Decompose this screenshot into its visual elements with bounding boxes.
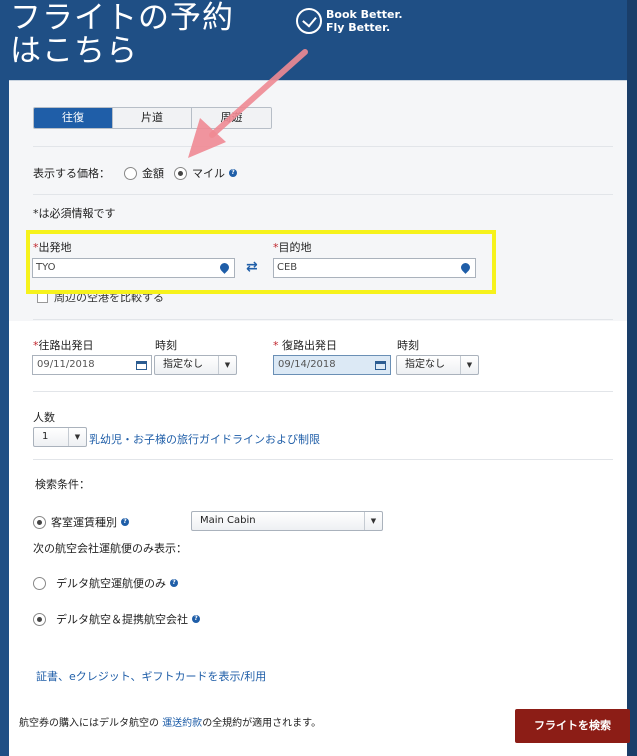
price-display-row: 表示する価格： 金額 マイル ? [33, 165, 247, 181]
contract-of-carriage-link[interactable]: 運送約款 [162, 718, 202, 729]
radio-delta-partners[interactable] [33, 612, 46, 626]
trip-type-tabs: 往復 片道 周遊 [33, 107, 272, 129]
tab-one-way[interactable]: 片道 [113, 108, 192, 128]
carrier-option-delta-partners[interactable]: デルタ航空＆提携航空会社 ? [33, 611, 200, 627]
location-pin-icon[interactable] [459, 261, 472, 274]
location-pin-icon[interactable] [218, 261, 231, 274]
nearby-airports-checkbox[interactable] [37, 291, 48, 303]
search-flights-button[interactable]: フライトを検索 [515, 709, 630, 743]
chevron-down-icon: ▼ [218, 356, 236, 374]
origin-input[interactable]: TYO [32, 258, 235, 278]
inbound-time-select[interactable]: 指定なし ▼ [396, 355, 479, 375]
divider [33, 194, 613, 195]
origin-label: *出発地 [33, 241, 72, 254]
price-display-label: 表示する価格： [33, 167, 110, 180]
help-icon[interactable]: ? [170, 579, 178, 587]
outbound-date-input[interactable]: 09/11/2018 [32, 355, 152, 375]
required-note: *は必須情報です [33, 207, 116, 220]
outbound-time-label: 時刻 [155, 339, 177, 352]
divider [33, 319, 613, 320]
nearby-airports-option[interactable]: 周辺の空港を比較する [37, 289, 164, 305]
radio-cabin[interactable] [33, 515, 46, 529]
tab-multi-city[interactable]: 周遊 [192, 108, 271, 128]
divider [33, 459, 613, 460]
help-icon[interactable]: ? [192, 615, 200, 623]
inbound-time-label: 時刻 [397, 339, 419, 352]
header: フライトの予約 はこちら Book Better. Fly Better. [0, 0, 637, 80]
certificates-link[interactable]: 証書、eクレジット、ギフトカードを表示/利用 [36, 668, 266, 684]
inbound-date-label: * 復路出発日 [273, 339, 337, 352]
carrier-filter-label: 次の航空会社運航便のみ表示： [33, 542, 187, 555]
brand-tagline-2: Fly Better. [326, 21, 391, 34]
child-travel-guide-link[interactable]: 乳幼児・お子様の旅行ガイドラインおよび制限 [89, 431, 320, 447]
brand-logo-icon [296, 8, 322, 34]
conditions-note: 航空券の購入にはデルタ航空の 運送約款の全規約が適用されます。 [19, 718, 322, 729]
radio-miles[interactable] [174, 166, 187, 180]
divider [33, 391, 613, 392]
help-icon[interactable]: ? [121, 518, 129, 526]
radio-delta-only[interactable] [33, 576, 46, 590]
radio-money[interactable] [124, 166, 137, 180]
passengers-label: 人数 [33, 411, 55, 424]
booking-panel: 往復 片道 周遊 表示する価格： 金額 マイル ? *は必須情報です *出発地 … [9, 80, 630, 756]
cabin-option[interactable]: 客室運賃種別 ? [33, 514, 129, 530]
outbound-date-label: *往路出発日 [33, 339, 94, 352]
help-icon[interactable]: ? [229, 169, 237, 177]
destination-input[interactable]: CEB [273, 258, 476, 278]
swap-airports-icon[interactable]: ⇄ [246, 259, 258, 275]
brand-tagline-1: Book Better. [326, 8, 403, 21]
page-title: フライトの予約 はこちら [10, 0, 234, 69]
inbound-date-input[interactable]: 09/14/2018 [273, 355, 391, 375]
destination-label: *目的地 [273, 241, 312, 254]
cabin-select[interactable]: Main Cabin ▼ [191, 511, 383, 531]
chevron-down-icon: ▼ [460, 356, 478, 374]
passenger-count-select[interactable]: 1 ▼ [33, 427, 87, 447]
calendar-icon[interactable] [136, 361, 147, 370]
carrier-option-delta-only[interactable]: デルタ航空運航便のみ ? [33, 575, 178, 591]
price-option-miles[interactable]: マイル ? [174, 165, 237, 181]
search-conditions-label: 検索条件： [35, 478, 90, 491]
divider [33, 146, 613, 147]
brand: Book Better. Fly Better. [296, 8, 403, 34]
price-option-money[interactable]: 金額 [124, 165, 164, 181]
chevron-down-icon: ▼ [364, 512, 382, 530]
tab-round-trip[interactable]: 往復 [34, 108, 113, 128]
chevron-down-icon: ▼ [68, 428, 86, 446]
calendar-icon[interactable] [375, 361, 386, 370]
outbound-time-select[interactable]: 指定なし ▼ [154, 355, 237, 375]
page-edge [627, 0, 637, 756]
